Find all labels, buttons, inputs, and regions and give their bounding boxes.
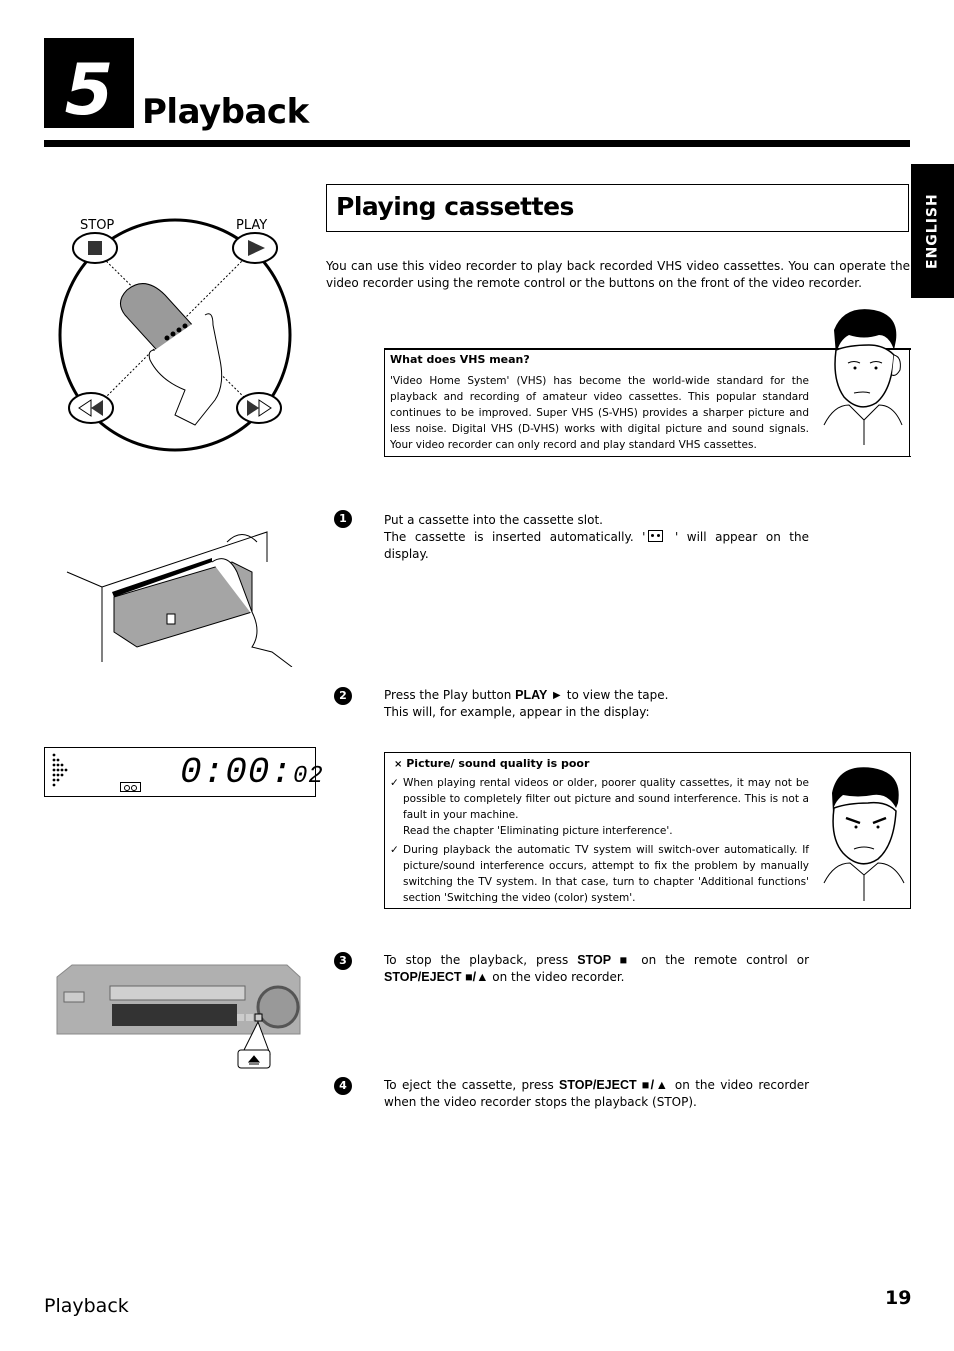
step-1-number: 1 <box>334 510 352 528</box>
stop-eject-key-label: STOP/EJECT ■/▲ <box>559 1078 670 1092</box>
vcr-display <box>112 1004 237 1026</box>
fast-forward-button[interactable] <box>236 392 282 424</box>
troubleshooting-item: ✓ During playback the automatic TV syste… <box>390 842 809 906</box>
step-4-text: To eject the cassette, press STOP/EJECT … <box>384 1077 809 1111</box>
stop-key-label: STOP ■ <box>577 953 633 967</box>
cassette-icon <box>648 530 664 542</box>
stop-eject-key-label: STOP/EJECT ■/▲ <box>384 970 489 984</box>
step-2-text-before: Press the Play button <box>384 688 516 702</box>
cross-icon: × <box>394 759 403 770</box>
intro-paragraph: You can use this video recorder to play … <box>326 259 910 290</box>
play-button[interactable] <box>232 232 278 264</box>
troubleshooting-item: ✓ When playing rental videos or older, p… <box>390 775 809 839</box>
lcd-cassette-icon <box>120 782 141 792</box>
step-3-text-middle: on the remote control or <box>632 953 810 967</box>
troubleshooting-item-text: When playing rental videos or older, poo… <box>403 777 809 821</box>
step-3-text-before: To stop the playback, press <box>384 953 578 967</box>
chapter-number: 5 <box>64 49 114 131</box>
page-number: 19 <box>885 1287 912 1309</box>
step-1-line-2-text: The cassette is inserted automatically. … <box>384 530 646 544</box>
cartoon-man-frowning-icon <box>823 767 905 901</box>
troubleshooting-title: × Picture/ sound quality is poor <box>394 757 589 770</box>
step-3-text: To stop the playback, press STOP ■ on th… <box>384 952 809 986</box>
eject-button[interactable] <box>254 1013 263 1022</box>
remote-control-illustration <box>58 218 292 452</box>
vhs-info-text: 'Video Home System' (VHS) has become the… <box>390 375 809 451</box>
vhs-info-title: What does VHS mean? <box>390 353 530 366</box>
video-recorder-illustration <box>56 964 301 1069</box>
step-2-text: Press the Play button PLAY ► to view the… <box>384 687 809 721</box>
step-2-line-2: This will, for example, appear in the di… <box>384 705 650 719</box>
troubleshooting-title-text: Picture/ sound quality is poor <box>406 757 590 770</box>
troubleshooting-item-text: During playback the automatic TV system … <box>403 844 809 904</box>
vhs-box-border <box>909 350 912 457</box>
step-3-number: 3 <box>334 952 352 970</box>
step-1-line-2: The cassette is inserted automatically. … <box>384 529 809 563</box>
language-tab-label: ENGLISH <box>924 193 941 269</box>
cartoon-man-thinking-icon <box>814 309 904 450</box>
chapter-title: Playback <box>142 92 309 132</box>
stop-label: STOP <box>80 218 115 233</box>
play-label: PLAY <box>236 218 268 233</box>
step-4-text-before: To eject the cassette, press <box>384 1078 560 1092</box>
chapter-rule <box>44 140 910 147</box>
check-icon: ✓ <box>390 777 399 789</box>
lcd-time-readout: 0:00:02 <box>180 752 324 793</box>
lcd-time-seconds: 02 <box>293 763 324 790</box>
jog-dial[interactable] <box>256 985 300 1029</box>
lcd-time-main: 0:00: <box>180 752 294 793</box>
step-3-text-after: on the video recorder. <box>488 970 625 984</box>
section-title: Playing cassettes <box>336 192 574 221</box>
step-2-line-1: Press the Play button PLAY ► to view the… <box>384 687 809 704</box>
step-2-text-after: to view the tape. <box>562 688 669 702</box>
cassette-insert-illustration <box>66 531 293 667</box>
stop-button[interactable] <box>72 232 118 264</box>
step-4-number: 4 <box>334 1077 352 1095</box>
step-1-text: Put a cassette into the cassette slot. T… <box>384 512 809 563</box>
footer-section-label: Playback <box>44 1295 129 1317</box>
rewind-button[interactable] <box>68 392 114 424</box>
play-indicator-icon <box>52 753 68 787</box>
step-2-number: 2 <box>334 687 352 705</box>
stop-icon <box>88 241 102 255</box>
check-icon: ✓ <box>390 844 399 856</box>
step-1-line-1: Put a cassette into the cassette slot. <box>384 513 603 527</box>
play-key-label: PLAY ► <box>515 688 563 702</box>
troubleshooting-item-note: Read the chapter 'Eliminating picture in… <box>403 825 673 837</box>
